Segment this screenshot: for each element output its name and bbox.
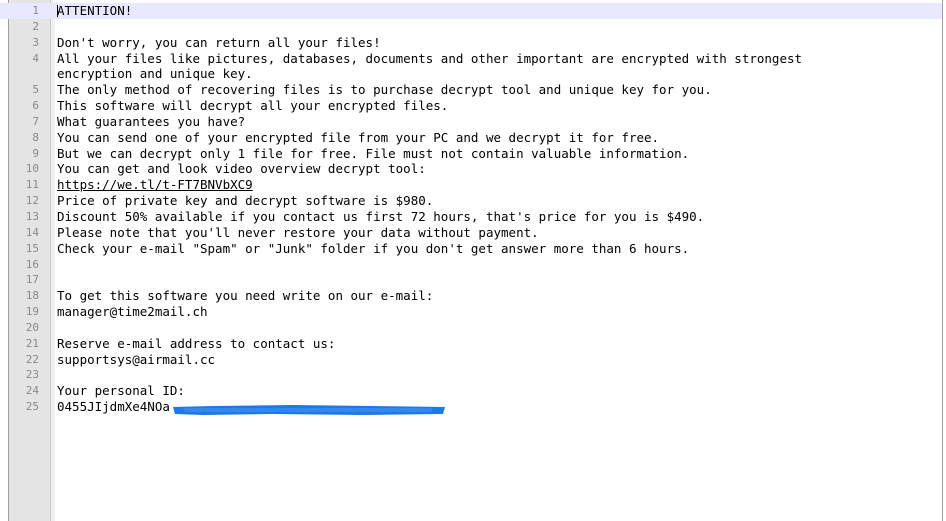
editor-line[interactable]: 4 All your files like pictures, databases… — [0, 51, 942, 67]
line-number: 3 — [32, 35, 39, 49]
line-number: 12 — [25, 194, 39, 208]
line-number: 20 — [25, 320, 39, 334]
line-text: All your files like pictures, databases,… — [57, 50, 803, 66]
editor-line[interactable]: 5 The only method of recovering files is … — [0, 82, 942, 98]
line-text: Please note that you'll never restore yo… — [57, 224, 539, 240]
line-number: 6 — [32, 99, 39, 113]
editor-line[interactable]: 10 You can get and look video overview de… — [0, 161, 942, 177]
line-text: But we can decrypt only 1 file for free.… — [57, 145, 690, 161]
line-number: 25 — [25, 400, 39, 414]
line-number: 9 — [32, 146, 39, 160]
line-number: 11 — [25, 178, 39, 192]
editor-line[interactable]: 14 Please note that you'll never restore … — [0, 225, 942, 241]
line-number: 4 — [32, 51, 39, 65]
editor-line[interactable]: 21 Reserve e-mail address to contact us: — [0, 336, 942, 352]
line-text: What guarantees you have? — [57, 113, 246, 129]
editor-line[interactable]: encryption and unique key. — [0, 66, 942, 82]
line-number: 1 — [32, 4, 39, 17]
line-text: You can get and look video overview decr… — [57, 161, 426, 177]
line-number: 10 — [25, 162, 39, 176]
line-text: Price of private key and decrypt softwar… — [57, 193, 434, 209]
line-text: Don't worry, you can return all your fil… — [57, 34, 381, 50]
line-text: supportsys@airmail.cc — [57, 351, 216, 367]
line-number: 18 — [25, 289, 39, 303]
line-text: Discount 50% available if you contact us… — [57, 208, 705, 224]
editor-line[interactable]: 17 — [0, 272, 942, 288]
line-text: This software will decrypt all your encr… — [57, 98, 449, 114]
line-number: 19 — [25, 305, 39, 319]
text-caret — [57, 5, 58, 17]
line-text: The only method of recovering files is t… — [57, 82, 712, 98]
text-editor[interactable]: 1 ATTENTION! 2 3 Don't worry, you can return… — [0, 0, 946, 521]
redaction-mark — [173, 405, 445, 415]
editor-line[interactable]: 15 Check your e-mail "Spam" or "Junk" fol… — [0, 241, 942, 257]
editor-line[interactable]: 3 Don't worry, you can return all your fi… — [0, 35, 942, 51]
line-text: ATTENTION! — [57, 3, 133, 18]
line-number: 17 — [25, 273, 39, 287]
line-text: 0455JIjdmXe4NOa — [57, 399, 170, 415]
line-text: Reserve e-mail address to contact us: — [57, 335, 336, 351]
editor-border-right — [942, 0, 943, 521]
editor-line[interactable]: 8 You can send one of your encrypted file… — [0, 130, 942, 146]
editor-line[interactable]: 16 — [0, 257, 942, 273]
editor-line[interactable]: 24 Your personal ID: — [0, 383, 942, 399]
url-link[interactable]: https://we.tl/t-FT7BNVbXC9 — [57, 177, 253, 193]
line-text: You can send one of your encrypted file … — [57, 129, 660, 145]
editor-line[interactable]: 25 0455JIjdmXe4NOa — [0, 399, 942, 415]
line-number: 7 — [32, 114, 39, 128]
text-area[interactable]: 1 ATTENTION! 2 3 Don't worry, you can return… — [0, 3, 942, 415]
line-number: 22 — [25, 352, 39, 366]
line-text: Check your e-mail "Spam" or "Junk" folde… — [57, 240, 690, 256]
line-number: 23 — [25, 368, 39, 382]
line-text: manager@time2mail.ch — [57, 304, 208, 320]
editor-line[interactable]: 19 manager@time2mail.ch — [0, 304, 942, 320]
line-number: 13 — [25, 209, 39, 223]
editor-line[interactable]: 12 Price of private key and decrypt softw… — [0, 193, 942, 209]
line-number: 16 — [25, 257, 39, 271]
line-number: 5 — [32, 83, 39, 97]
editor-line[interactable]: 22 supportsys@airmail.cc — [0, 352, 942, 368]
editor-line[interactable]: 1 ATTENTION! — [0, 3, 942, 19]
editor-line[interactable]: 2 — [0, 19, 942, 35]
editor-line[interactable]: 9 But we can decrypt only 1 file for free… — [0, 146, 942, 162]
line-text: To get this software you need write on o… — [57, 288, 434, 304]
line-text: Your personal ID: — [57, 383, 185, 399]
editor-line[interactable]: 20 — [0, 320, 942, 336]
editor-line[interactable]: 18 To get this software you need write on… — [0, 288, 942, 304]
editor-line[interactable]: 7 What guarantees you have? — [0, 114, 942, 130]
editor-line[interactable]: 23 — [0, 367, 942, 383]
line-number: 2 — [32, 19, 39, 33]
line-number: 8 — [32, 130, 39, 144]
line-number: 24 — [25, 384, 39, 398]
editor-line[interactable]: 6 This software will decrypt all your enc… — [0, 98, 942, 114]
line-number: 15 — [25, 241, 39, 255]
line-number: 21 — [25, 336, 39, 350]
editor-line[interactable]: 13 Discount 50% available if you contact … — [0, 209, 942, 225]
line-text: encryption and unique key. — [57, 66, 253, 82]
editor-line[interactable]: 11 https://we.tl/t-FT7BNVbXC9 — [0, 177, 942, 193]
line-number: 14 — [25, 225, 39, 239]
